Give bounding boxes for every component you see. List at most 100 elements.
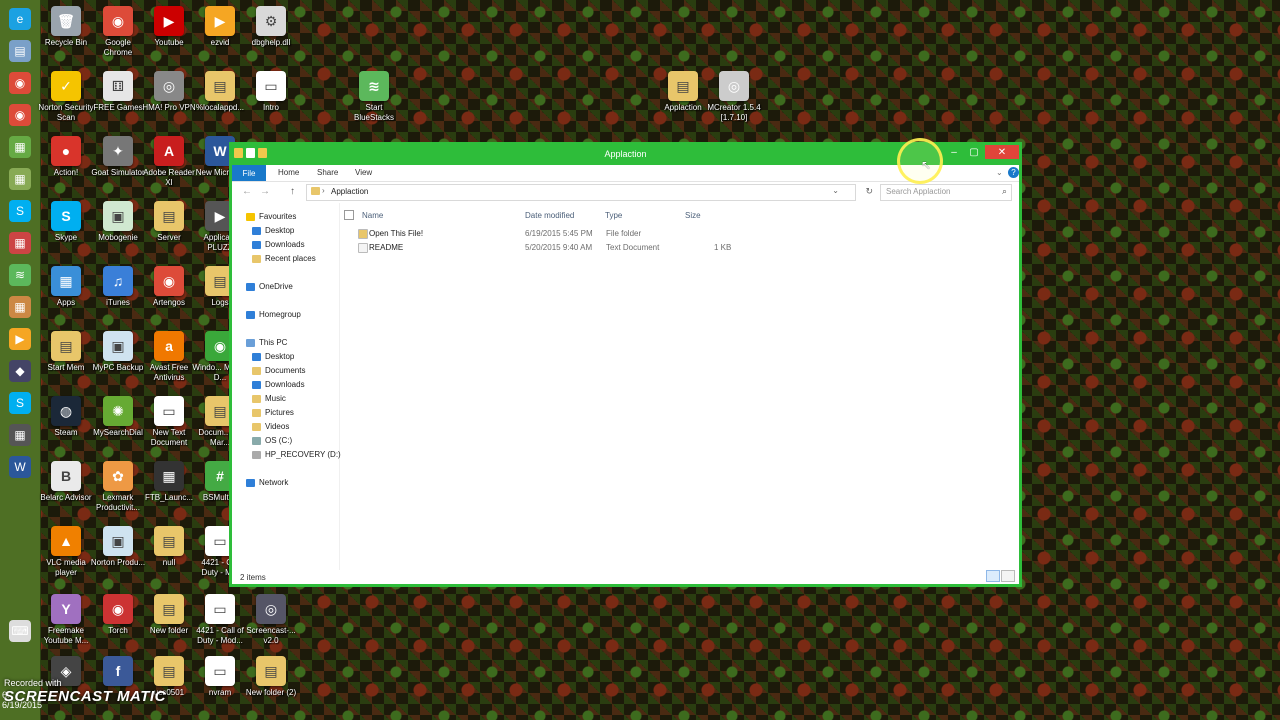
- app-icon[interactable]: ▦: [9, 168, 31, 190]
- desktop-icon-item[interactable]: ▣ MyPC Backup: [90, 331, 146, 373]
- desktop-icon-item[interactable]: ▭ New Text Document: [141, 396, 197, 448]
- column-name[interactable]: Name: [362, 211, 383, 220]
- desktop-icon-item[interactable]: ▣ Mobogenie: [90, 201, 146, 243]
- chrome-icon[interactable]: ◉: [9, 72, 31, 94]
- desktop-icon-item[interactable]: ▤ %localappd...: [192, 71, 248, 113]
- desktop-icon-item[interactable]: ◎ Screencast-... v2.0: [243, 594, 299, 646]
- nav-item[interactable]: OS (C:): [252, 436, 292, 445]
- desktop-icon-item[interactable]: ✦ Goat Simulator: [90, 136, 146, 178]
- nav-item[interactable]: HP_RECOVERY (D:): [252, 450, 341, 459]
- desktop-icon-item[interactable]: ▤ New folder: [141, 594, 197, 636]
- desktop-icon-item[interactable]: ▦ Apps: [38, 266, 94, 308]
- word-icon[interactable]: W: [9, 456, 31, 478]
- details-view-button[interactable]: [986, 570, 1000, 582]
- desktop-icon-item[interactable]: ◎ HMA! Pro VPN: [141, 71, 197, 113]
- search-icon[interactable]: ⌕: [1002, 186, 1007, 197]
- search-input[interactable]: Search Applaction ⌕: [880, 184, 1012, 201]
- large-icons-view-button[interactable]: [1001, 570, 1015, 582]
- minimize-button[interactable]: –: [945, 145, 963, 159]
- desktop-icon-item[interactable]: ▣ Norton Produ...: [90, 526, 146, 568]
- nav-item[interactable]: Desktop: [252, 226, 294, 235]
- nav-item[interactable]: Music: [252, 394, 286, 403]
- desktop-icon-item[interactable]: ▭ nvram: [192, 656, 248, 698]
- column-date-modified[interactable]: Date modified: [525, 211, 574, 220]
- app-icon[interactable]: ▦: [9, 232, 31, 254]
- nav-item[interactable]: OneDrive: [246, 282, 293, 291]
- desktop-icon-item[interactable]: ≋ Start BlueStacks: [346, 71, 402, 123]
- ie-icon[interactable]: e: [9, 8, 31, 30]
- nds-icon[interactable]: ◆: [9, 360, 31, 382]
- address-bar[interactable]: › Applaction ⌄ ↻: [306, 184, 873, 201]
- desktop-icon-item[interactable]: ◉ Artengos: [141, 266, 197, 308]
- desktop-icon-item[interactable]: ● Action!: [38, 136, 94, 178]
- desktop-icon-item[interactable]: ♫ iTunes: [90, 266, 146, 308]
- help-icon[interactable]: ?: [1008, 167, 1019, 178]
- nav-item[interactable]: Pictures: [252, 408, 294, 417]
- desktop-icon-item[interactable]: ▤ Applaction: [655, 71, 711, 113]
- desktop-icon-item[interactable]: ✓ Norton Security Scan: [38, 71, 94, 123]
- up-button[interactable]: ↑: [290, 186, 295, 197]
- nav-item[interactable]: Network: [246, 478, 288, 487]
- select-all-checkbox[interactable]: [344, 210, 354, 220]
- address-path[interactable]: Applaction: [331, 187, 368, 196]
- desktop-icon-item[interactable]: ▶ ezvid: [192, 6, 248, 48]
- forward-button[interactable]: →: [260, 186, 270, 197]
- refresh-icon[interactable]: ↻: [865, 186, 873, 197]
- column-size[interactable]: Size: [685, 211, 701, 220]
- desktop-icon-item[interactable]: ▲ VLC media player: [38, 526, 94, 578]
- desktop-icon-item[interactable]: ◉ Google Chrome: [90, 6, 146, 58]
- nav-item[interactable]: Homegroup: [246, 310, 301, 319]
- nav-item[interactable]: Documents: [252, 366, 305, 375]
- close-button[interactable]: ✕: [985, 145, 1019, 159]
- tab-file[interactable]: File: [232, 165, 266, 181]
- keyboard-icon[interactable]: ⌨: [9, 620, 31, 642]
- bluestacks-icon[interactable]: ≋: [9, 264, 31, 286]
- table-row[interactable]: Open This File! 6/19/2015 5:45 PM File fol…: [358, 227, 958, 240]
- desktop-icon-item[interactable]: ⚅ FREE Games: [90, 71, 146, 113]
- desktop-icon-item[interactable]: S Skype: [38, 201, 94, 243]
- desktop-icon-item[interactable]: ✺ MySearchDial: [90, 396, 146, 438]
- nav-item[interactable]: Videos: [252, 422, 289, 431]
- column-type[interactable]: Type: [605, 211, 622, 220]
- nav-item[interactable]: Downloads: [252, 380, 305, 389]
- file-explorer-icon[interactable]: ▤: [9, 40, 31, 62]
- nav-item[interactable]: Recent places: [252, 254, 316, 263]
- ezvid-icon[interactable]: ▶: [9, 328, 31, 350]
- desktop-icon-item[interactable]: ▤ Server: [141, 201, 197, 243]
- skype-icon[interactable]: S: [9, 200, 31, 222]
- table-row[interactable]: README 5/20/2015 9:40 AM Text Document 1 KB: [358, 241, 958, 254]
- desktop-icon-item[interactable]: ◍ Steam: [38, 396, 94, 438]
- back-button[interactable]: ←: [242, 186, 252, 197]
- desktop-icon-item[interactable]: A Adobe Reader XI: [141, 136, 197, 188]
- desktop-icon-item[interactable]: Y Freemake Youtube M...: [38, 594, 94, 646]
- desktop-icon-item[interactable]: a Avast Free Antivirus: [141, 331, 197, 383]
- desktop-icon-item[interactable]: ▭ Intro: [243, 71, 299, 113]
- screen-icon[interactable]: ▦: [9, 424, 31, 446]
- desktop-icon-item[interactable]: 🗑 Recycle Bin: [38, 6, 94, 48]
- desktop-icon-item[interactable]: ▤ New folder (2): [243, 656, 299, 698]
- desktop-icon-item[interactable]: ⚙ dbghelp.dll: [243, 6, 299, 48]
- desktop-icon-item[interactable]: ▦ FTB_Launc...: [141, 461, 197, 503]
- nav-item[interactable]: Downloads: [252, 240, 305, 249]
- desktop-icon-item[interactable]: ◉ Torch: [90, 594, 146, 636]
- desktop-icon-item[interactable]: ▭ 4421 - Call of Duty - Mod...: [192, 594, 248, 646]
- nav-item[interactable]: Favourites: [246, 212, 296, 221]
- maximize-button[interactable]: ▢: [965, 145, 983, 159]
- app-icon[interactable]: ▦: [9, 296, 31, 318]
- tab-view[interactable]: View: [355, 168, 372, 177]
- tab-home[interactable]: Home: [278, 168, 299, 177]
- nav-item[interactable]: Desktop: [252, 352, 294, 361]
- chevron-down-icon[interactable]: ⌄: [832, 186, 839, 195]
- skype-icon[interactable]: S: [9, 392, 31, 414]
- desktop-icon-item[interactable]: ◎ MCreator 1.5.4 [1.7.10]: [706, 71, 762, 123]
- chrome-icon[interactable]: ◉: [9, 104, 31, 126]
- desktop-icon-item[interactable]: ▤ null: [141, 526, 197, 568]
- desktop-icon-item[interactable]: ✿ Lexmark Productivit...: [90, 461, 146, 513]
- minecraft-icon[interactable]: ▦: [9, 136, 31, 158]
- desktop-icon-item[interactable]: B Belarc Advisor: [38, 461, 94, 503]
- desktop-icon-item[interactable]: ▤ Start Mem: [38, 331, 94, 373]
- chevron-down-icon[interactable]: ⌄: [996, 168, 1003, 177]
- tab-share[interactable]: Share: [317, 168, 338, 177]
- explorer-window[interactable]: Applaction – ▢ ✕ File Home Share View ⌄ …: [229, 142, 1022, 587]
- nav-item[interactable]: This PC: [246, 338, 287, 347]
